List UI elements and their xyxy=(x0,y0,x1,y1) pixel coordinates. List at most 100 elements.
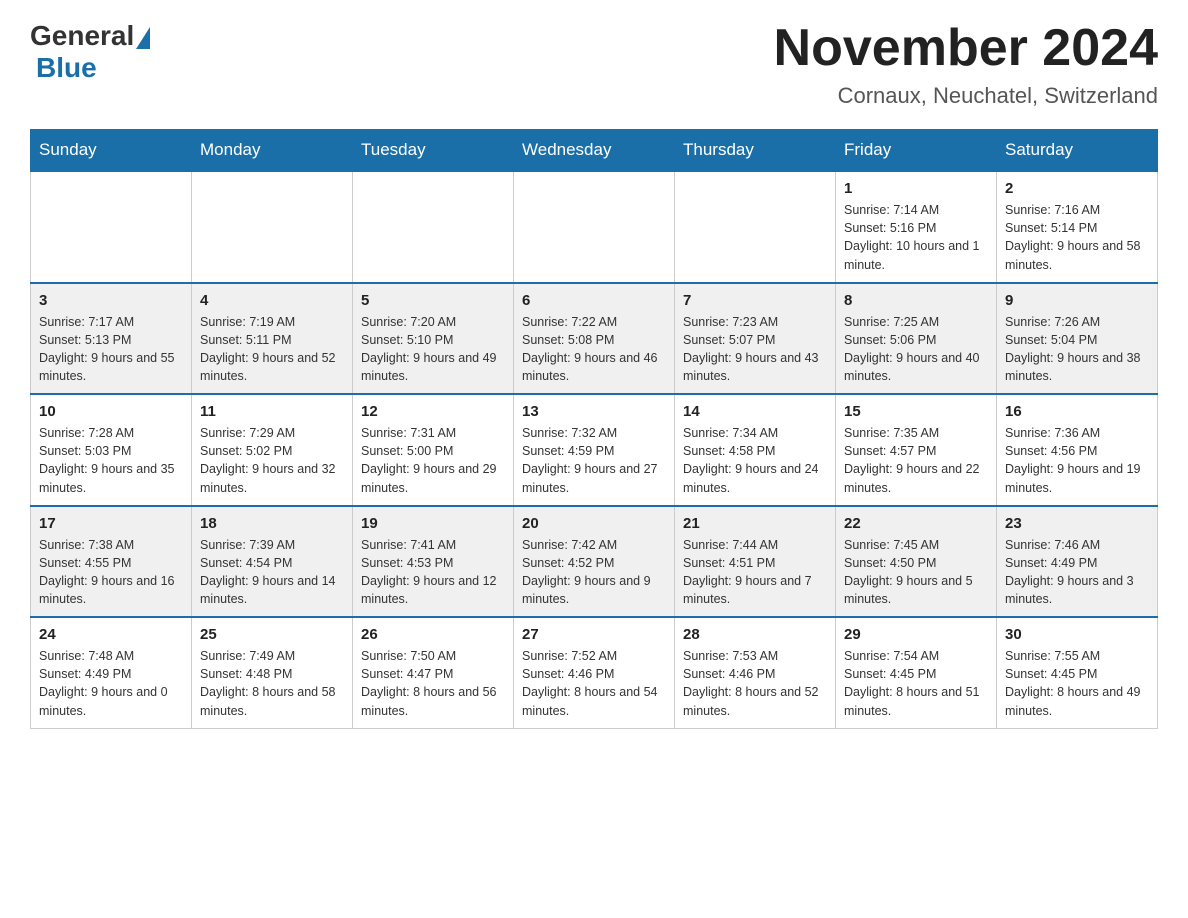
logo-triangle-icon xyxy=(136,27,150,49)
day-info: Sunrise: 7:39 AMSunset: 4:54 PMDaylight:… xyxy=(200,536,344,609)
day-number: 4 xyxy=(200,292,344,309)
day-info: Sunrise: 7:55 AMSunset: 4:45 PMDaylight:… xyxy=(1005,647,1149,720)
day-number: 1 xyxy=(844,180,988,197)
day-info: Sunrise: 7:17 AMSunset: 5:13 PMDaylight:… xyxy=(39,313,183,386)
day-number: 9 xyxy=(1005,292,1149,309)
day-info: Sunrise: 7:50 AMSunset: 4:47 PMDaylight:… xyxy=(361,647,505,720)
week-row-4: 17Sunrise: 7:38 AMSunset: 4:55 PMDayligh… xyxy=(31,506,1158,618)
day-info: Sunrise: 7:20 AMSunset: 5:10 PMDaylight:… xyxy=(361,313,505,386)
day-info: Sunrise: 7:44 AMSunset: 4:51 PMDaylight:… xyxy=(683,536,827,609)
calendar-cell: 11 Sunrise: 7:29 AMSunset: 5:02 PMDayligh… xyxy=(192,394,353,506)
calendar-table: SundayMondayTuesdayWednesdayThursdayFrid… xyxy=(30,129,1158,729)
day-number: 26 xyxy=(361,626,505,643)
calendar-cell: 23 Sunrise: 7:46 AMSunset: 4:49 PMDayligh… xyxy=(997,506,1158,618)
day-number: 15 xyxy=(844,403,988,420)
weekday-header-tuesday: Tuesday xyxy=(353,130,514,172)
day-info: Sunrise: 7:19 AMSunset: 5:11 PMDaylight:… xyxy=(200,313,344,386)
day-info: Sunrise: 7:28 AMSunset: 5:03 PMDaylight:… xyxy=(39,424,183,497)
weekday-header-saturday: Saturday xyxy=(997,130,1158,172)
weekday-header-thursday: Thursday xyxy=(675,130,836,172)
day-info: Sunrise: 7:32 AMSunset: 4:59 PMDaylight:… xyxy=(522,424,666,497)
calendar-cell: 29 Sunrise: 7:54 AMSunset: 4:45 PMDayligh… xyxy=(836,617,997,728)
day-number: 19 xyxy=(361,515,505,532)
day-number: 22 xyxy=(844,515,988,532)
calendar-cell: 28 Sunrise: 7:53 AMSunset: 4:46 PMDayligh… xyxy=(675,617,836,728)
day-info: Sunrise: 7:46 AMSunset: 4:49 PMDaylight:… xyxy=(1005,536,1149,609)
day-info: Sunrise: 7:41 AMSunset: 4:53 PMDaylight:… xyxy=(361,536,505,609)
logo-general-text: General xyxy=(30,20,134,52)
weekday-header-monday: Monday xyxy=(192,130,353,172)
month-title: November 2024 xyxy=(774,20,1158,77)
day-info: Sunrise: 7:22 AMSunset: 5:08 PMDaylight:… xyxy=(522,313,666,386)
calendar-cell: 14 Sunrise: 7:34 AMSunset: 4:58 PMDayligh… xyxy=(675,394,836,506)
week-row-3: 10Sunrise: 7:28 AMSunset: 5:03 PMDayligh… xyxy=(31,394,1158,506)
day-info: Sunrise: 7:35 AMSunset: 4:57 PMDaylight:… xyxy=(844,424,988,497)
day-number: 3 xyxy=(39,292,183,309)
day-info: Sunrise: 7:34 AMSunset: 4:58 PMDaylight:… xyxy=(683,424,827,497)
day-info: Sunrise: 7:48 AMSunset: 4:49 PMDaylight:… xyxy=(39,647,183,720)
calendar-cell: 30 Sunrise: 7:55 AMSunset: 4:45 PMDayligh… xyxy=(997,617,1158,728)
week-row-2: 3 Sunrise: 7:17 AMSunset: 5:13 PMDaylight… xyxy=(31,283,1158,395)
calendar-cell: 25 Sunrise: 7:49 AMSunset: 4:48 PMDayligh… xyxy=(192,617,353,728)
day-info: Sunrise: 7:54 AMSunset: 4:45 PMDaylight:… xyxy=(844,647,988,720)
calendar-cell: 22Sunrise: 7:45 AMSunset: 4:50 PMDayligh… xyxy=(836,506,997,618)
calendar-cell: 3 Sunrise: 7:17 AMSunset: 5:13 PMDaylight… xyxy=(31,283,192,395)
day-info: Sunrise: 7:14 AMSunset: 5:16 PMDaylight:… xyxy=(844,201,988,274)
day-number: 14 xyxy=(683,403,827,420)
calendar-cell xyxy=(353,171,514,283)
calendar-cell xyxy=(675,171,836,283)
calendar-cell: 15 Sunrise: 7:35 AMSunset: 4:57 PMDayligh… xyxy=(836,394,997,506)
calendar-cell: 9 Sunrise: 7:26 AMSunset: 5:04 PMDaylight… xyxy=(997,283,1158,395)
calendar-cell xyxy=(514,171,675,283)
day-number: 27 xyxy=(522,626,666,643)
calendar-cell: 17Sunrise: 7:38 AMSunset: 4:55 PMDayligh… xyxy=(31,506,192,618)
day-number: 6 xyxy=(522,292,666,309)
calendar-cell: 7 Sunrise: 7:23 AMSunset: 5:07 PMDaylight… xyxy=(675,283,836,395)
weekday-header-friday: Friday xyxy=(836,130,997,172)
calendar-cell: 2 Sunrise: 7:16 AMSunset: 5:14 PMDaylight… xyxy=(997,171,1158,283)
day-number: 29 xyxy=(844,626,988,643)
day-number: 8 xyxy=(844,292,988,309)
calendar-cell: 12Sunrise: 7:31 AMSunset: 5:00 PMDayligh… xyxy=(353,394,514,506)
day-number: 25 xyxy=(200,626,344,643)
day-number: 30 xyxy=(1005,626,1149,643)
day-number: 7 xyxy=(683,292,827,309)
calendar-cell: 18 Sunrise: 7:39 AMSunset: 4:54 PMDayligh… xyxy=(192,506,353,618)
logo-blue-text: Blue xyxy=(36,52,97,83)
calendar-cell xyxy=(192,171,353,283)
calendar-cell: 1 Sunrise: 7:14 AMSunset: 5:16 PMDaylight… xyxy=(836,171,997,283)
day-info: Sunrise: 7:52 AMSunset: 4:46 PMDaylight:… xyxy=(522,647,666,720)
day-number: 20 xyxy=(522,515,666,532)
day-number: 23 xyxy=(1005,515,1149,532)
week-row-5: 24 Sunrise: 7:48 AMSunset: 4:49 PMDayligh… xyxy=(31,617,1158,728)
day-info: Sunrise: 7:29 AMSunset: 5:02 PMDaylight:… xyxy=(200,424,344,497)
calendar-cell: 26 Sunrise: 7:50 AMSunset: 4:47 PMDayligh… xyxy=(353,617,514,728)
day-info: Sunrise: 7:16 AMSunset: 5:14 PMDaylight:… xyxy=(1005,201,1149,274)
calendar-cell: 10Sunrise: 7:28 AMSunset: 5:03 PMDayligh… xyxy=(31,394,192,506)
day-number: 11 xyxy=(200,403,344,420)
day-number: 18 xyxy=(200,515,344,532)
weekday-header-wednesday: Wednesday xyxy=(514,130,675,172)
day-number: 24 xyxy=(39,626,183,643)
calendar-cell: 6 Sunrise: 7:22 AMSunset: 5:08 PMDaylight… xyxy=(514,283,675,395)
day-number: 28 xyxy=(683,626,827,643)
day-info: Sunrise: 7:23 AMSunset: 5:07 PMDaylight:… xyxy=(683,313,827,386)
calendar-cell: 24 Sunrise: 7:48 AMSunset: 4:49 PMDayligh… xyxy=(31,617,192,728)
calendar-cell: 13Sunrise: 7:32 AMSunset: 4:59 PMDayligh… xyxy=(514,394,675,506)
day-info: Sunrise: 7:26 AMSunset: 5:04 PMDaylight:… xyxy=(1005,313,1149,386)
day-info: Sunrise: 7:49 AMSunset: 4:48 PMDaylight:… xyxy=(200,647,344,720)
week-row-1: 1 Sunrise: 7:14 AMSunset: 5:16 PMDaylight… xyxy=(31,171,1158,283)
calendar-cell xyxy=(31,171,192,283)
calendar-cell: 20 Sunrise: 7:42 AMSunset: 4:52 PMDayligh… xyxy=(514,506,675,618)
day-number: 12 xyxy=(361,403,505,420)
day-info: Sunrise: 7:53 AMSunset: 4:46 PMDaylight:… xyxy=(683,647,827,720)
location-text: Cornaux, Neuchatel, Switzerland xyxy=(774,83,1158,109)
day-number: 17 xyxy=(39,515,183,532)
day-number: 5 xyxy=(361,292,505,309)
day-info: Sunrise: 7:42 AMSunset: 4:52 PMDaylight:… xyxy=(522,536,666,609)
day-number: 2 xyxy=(1005,180,1149,197)
page-header: General Blue November 2024 Cornaux, Neuc… xyxy=(30,20,1158,109)
weekday-header-row: SundayMondayTuesdayWednesdayThursdayFrid… xyxy=(31,130,1158,172)
title-section: November 2024 Cornaux, Neuchatel, Switze… xyxy=(774,20,1158,109)
weekday-header-sunday: Sunday xyxy=(31,130,192,172)
